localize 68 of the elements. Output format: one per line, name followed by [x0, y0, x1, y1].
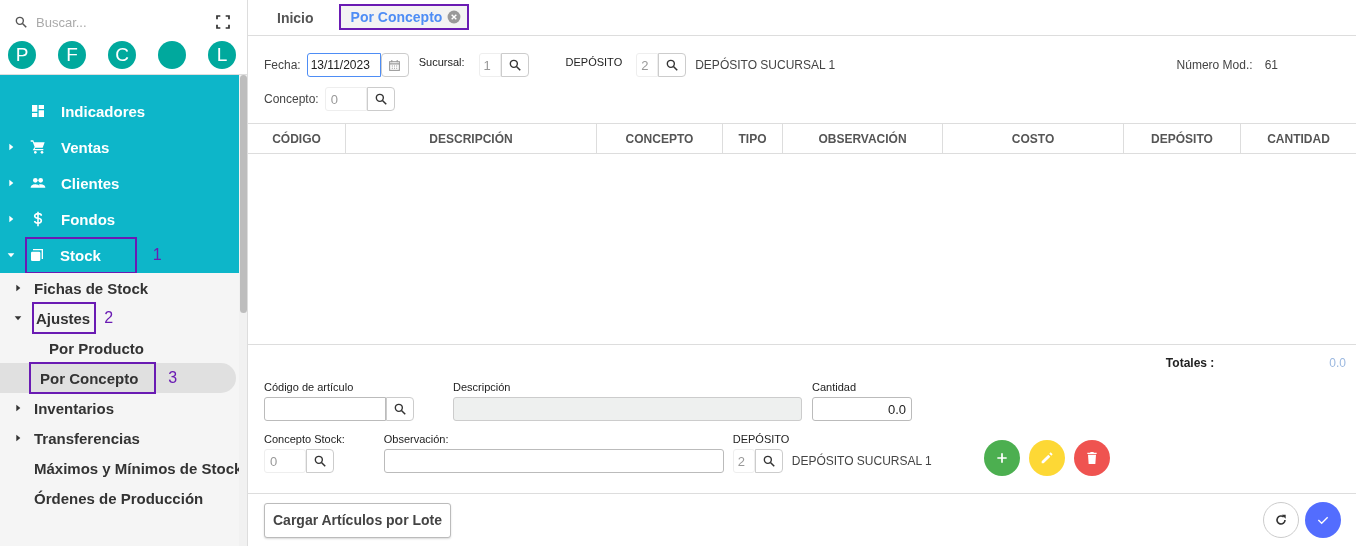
field-label: Concepto: — [264, 92, 319, 106]
menu-item[interactable]: Inventarios — [34, 399, 115, 417]
field-value: 61 — [1264, 58, 1278, 72]
totals-value: 0.0 — [1329, 356, 1346, 370]
column-header[interactable]: CÓDIGO — [248, 124, 346, 153]
deposit-name: DEPÓSITO SUCURSAL 1 — [791, 454, 932, 468]
input-field[interactable] — [264, 397, 386, 421]
annotation-number: 1 — [152, 246, 162, 264]
search-button[interactable] — [754, 449, 783, 473]
search-button[interactable] — [366, 87, 395, 111]
search-button[interactable] — [500, 53, 529, 77]
load-button[interactable]: Cargar Artículos por Lote — [264, 502, 452, 538]
fullscreen-icon — [215, 14, 231, 30]
search-icon — [761, 454, 776, 468]
field-label: Observación: — [383, 433, 450, 445]
field-label: Cantidad — [812, 381, 858, 393]
field-label: Fecha: — [264, 58, 301, 72]
column-header[interactable]: CANTIDAD — [1241, 124, 1356, 153]
deposit-name: DEPÓSITO SUCURSAL 1 — [695, 58, 836, 72]
calendar-icon — [388, 58, 402, 72]
column-header[interactable]: CONCEPTO — [597, 124, 723, 153]
field-label: Sucursal: — [418, 56, 465, 68]
search-icon — [393, 402, 407, 416]
delete-button[interactable] — [1073, 440, 1110, 476]
field-label: Código de artículo — [264, 381, 355, 393]
search-button[interactable] — [306, 449, 334, 473]
calendar-button[interactable] — [380, 53, 409, 77]
field-label: Número Mod.: — [1176, 58, 1253, 72]
menu-item[interactable]: Ajustes — [36, 309, 91, 327]
column-header[interactable]: DESCRIPCIÓN — [346, 124, 597, 153]
search-icon — [373, 92, 388, 106]
totals-label: Totales : — [1165, 356, 1215, 370]
search-icon — [14, 15, 28, 29]
field-label: DEPÓSITO — [565, 56, 623, 68]
stacked-squares-icon — [29, 247, 45, 263]
confirm-button[interactable] — [1305, 502, 1341, 538]
column-header[interactable]: DEPÓSITO — [1124, 124, 1241, 153]
input-field[interactable]: 0.0 — [812, 397, 912, 421]
scrollbar[interactable] — [240, 75, 247, 313]
field-label: Descripción — [453, 381, 512, 393]
menu-item[interactable]: Por Producto — [49, 339, 144, 357]
search-button[interactable] — [386, 397, 414, 421]
search-icon — [507, 58, 522, 72]
menu-item[interactable]: Órdenes de Producción — [34, 489, 204, 507]
input-field[interactable] — [383, 449, 724, 473]
search-button[interactable] — [658, 53, 687, 77]
column-header[interactable]: COSTO — [943, 124, 1124, 153]
add-button[interactable] — [983, 440, 1020, 476]
menu-item[interactable]: Por Concepto — [40, 369, 139, 387]
menu-item[interactable]: Transferencias — [34, 429, 140, 447]
refresh-icon — [1273, 512, 1289, 528]
menu-item[interactable]: Fichas de Stock — [34, 279, 149, 297]
column-header[interactable]: TIPO — [723, 124, 783, 153]
field-label: DEPÓSITO — [732, 433, 791, 445]
dashboard-icon — [30, 103, 46, 119]
field-label: Concepto Stock: — [264, 433, 345, 445]
avatar[interactable] — [158, 41, 186, 69]
people-icon — [30, 175, 46, 191]
cart-icon — [30, 139, 46, 155]
refresh-button[interactable] — [1263, 502, 1299, 538]
column-header[interactable]: OBSERVACIÓN — [783, 124, 943, 153]
close-icon — [447, 10, 462, 24]
tab[interactable]: Inicio — [252, 0, 339, 35]
search-icon — [313, 454, 327, 468]
date-field[interactable]: 13/11/2023 — [306, 53, 381, 77]
annotation-number: 3 — [168, 369, 178, 387]
search-icon — [665, 58, 680, 72]
annotation-number: 2 — [104, 309, 114, 327]
